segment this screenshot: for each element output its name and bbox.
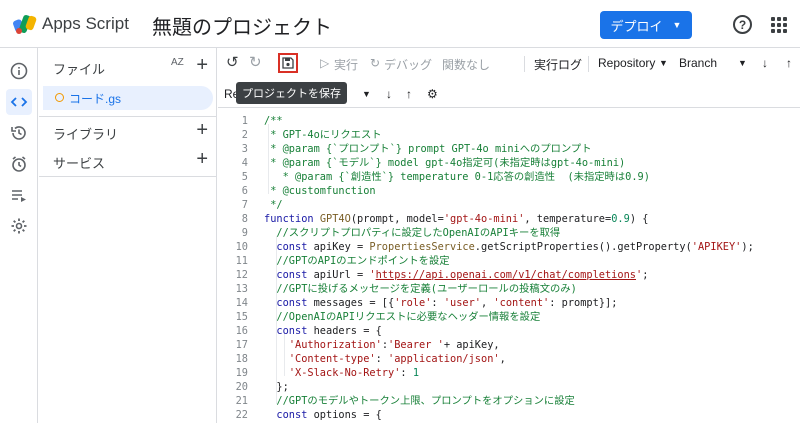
add-library-button[interactable]: +	[196, 120, 208, 140]
app-header: Apps Script 無題のプロジェクト デプロイ ▼ ?	[0, 0, 800, 48]
code-line: 7 */	[241, 199, 283, 211]
run-play-icon[interactable]: ▷	[320, 56, 329, 70]
brand-name: Apps Script	[42, 14, 129, 33]
add-service-button[interactable]: +	[196, 149, 208, 169]
code-line: 2 * GPT-4oにリクエスト	[241, 129, 382, 141]
debug-icon[interactable]: ↻	[370, 56, 380, 70]
deploy-label: デプロイ	[610, 18, 663, 34]
files-heading: ファイル	[53, 62, 106, 77]
chevron-down-icon[interactable]: ▼	[659, 58, 668, 68]
editor-icon[interactable]	[6, 89, 32, 115]
left-nav-rail	[0, 48, 38, 423]
toolbar-divider	[588, 56, 589, 72]
code-line: 20 };	[235, 381, 289, 393]
save-button[interactable]	[278, 53, 298, 73]
settings-gear-icon[interactable]: ⚙	[427, 87, 438, 101]
code-line: 22 const options = {	[235, 409, 382, 421]
code-line: 5 * @param {`創造性`} temperature 0-1応答の創造性…	[241, 171, 650, 183]
project-title[interactable]: 無題のプロジェクト	[152, 11, 332, 40]
undo-icon[interactable]: ↺	[226, 53, 239, 71]
push-arrow-icon[interactable]: ↓	[762, 56, 768, 70]
run-button[interactable]: 実行	[334, 56, 358, 73]
toolbar-divider	[524, 56, 525, 72]
chevron-down-icon: ▼	[672, 20, 682, 30]
help-icon[interactable]: ?	[733, 15, 752, 34]
settings-gear-icon[interactable]	[6, 213, 32, 239]
add-file-button[interactable]: +	[196, 55, 208, 75]
libraries-heading: ライブラリ	[53, 127, 119, 142]
function-select[interactable]: 関数なし	[442, 56, 490, 73]
chevron-down-icon[interactable]: ▼	[362, 89, 371, 99]
code-line: 11 //GPTのAPIのエンドポイントを設定	[235, 255, 450, 267]
history-icon[interactable]	[6, 120, 32, 146]
branch-dropdown[interactable]: Branch	[679, 56, 717, 70]
code-line: 12 const apiUrl = 'https://api.openai.co…	[235, 269, 649, 281]
files-panel: ファイル AZ + コード.gs ライブラリ + サービス +	[39, 48, 217, 423]
triggers-alarm-icon[interactable]	[6, 151, 32, 177]
code-line: 13 //GPTに投げるメッセージを定義(ユーザーロールの投稿文のみ)	[235, 283, 577, 295]
push-arrow-icon[interactable]: ↓	[386, 87, 392, 101]
debug-button[interactable]: デバッグ	[384, 56, 432, 73]
executions-icon[interactable]	[6, 182, 32, 208]
deploy-button[interactable]: デプロイ ▼	[600, 11, 692, 39]
file-name: コード.gs	[69, 92, 122, 106]
code-line: 9 //スクリプトプロパティに設定したOpenAIのAPIキーを取得	[241, 227, 561, 239]
file-item[interactable]: コード.gs	[43, 86, 213, 110]
code-line: 1/**	[241, 115, 283, 127]
api-url-link[interactable]: https://api.openai.com/v1/chat/completio…	[376, 269, 636, 281]
save-tooltip: プロジェクトを保存	[236, 82, 347, 104]
code-line: 14 const messages = [{'role': 'user', 'c…	[235, 297, 618, 309]
services-heading: サービス	[53, 156, 106, 171]
code-line: 10 const apiKey = PropertiesService.getS…	[235, 241, 754, 253]
code-editor[interactable]: 1/** 2 * GPT-4oにリクエスト 3 * @param {`プロンプト…	[218, 110, 800, 423]
sort-az-icon[interactable]: AZ	[171, 58, 187, 68]
code-line: 18 'Content-type': 'application/json',	[235, 353, 506, 365]
code-line: 17 'Authorization':'Bearer '+ apiKey,	[235, 339, 500, 351]
code-line: 19 'X-Slack-No-Retry': 1	[235, 367, 420, 379]
divider	[39, 116, 217, 117]
code-line: 16 const headers = {	[235, 325, 382, 337]
divider	[39, 176, 217, 177]
apps-script-logo[interactable]	[12, 12, 38, 36]
pull-arrow-icon[interactable]: ↑	[786, 56, 792, 70]
code-line: 8 function GPT4O(prompt, model='gpt-4o-mi…	[241, 213, 649, 225]
code-line: 15 //OpenAIのAPIリクエストに必要なヘッダー情報を設定	[235, 311, 541, 323]
execution-log-button[interactable]: 実行ログ	[534, 56, 582, 73]
unsaved-dot-icon	[55, 93, 64, 102]
editor-toolbar: ↺ ↻ ▷ 実行 ↻ デバッグ 関数なし 実行ログ Repository ▼ B…	[218, 48, 800, 80]
code-line: 4 * @param {`モデル`} model gpt-4o指定可(未指定時は…	[241, 157, 626, 169]
repository-dropdown[interactable]: Repository	[598, 56, 655, 70]
code-line: 21 //GPTのモデルやトークン上限、プロンプトをオプションに設定	[235, 395, 575, 407]
google-apps-icon[interactable]	[771, 17, 787, 33]
code-line: 3 * @param {`プロンプト`} prompt GPT-4o miniへ…	[241, 143, 592, 155]
chevron-down-icon[interactable]: ▼	[738, 58, 747, 68]
redo-icon[interactable]: ↻	[249, 53, 262, 71]
pull-arrow-icon[interactable]: ↑	[406, 87, 412, 101]
code-line: 6 * @customfunction	[241, 185, 376, 197]
overview-icon[interactable]	[6, 58, 32, 84]
save-floppy-icon	[282, 57, 294, 69]
